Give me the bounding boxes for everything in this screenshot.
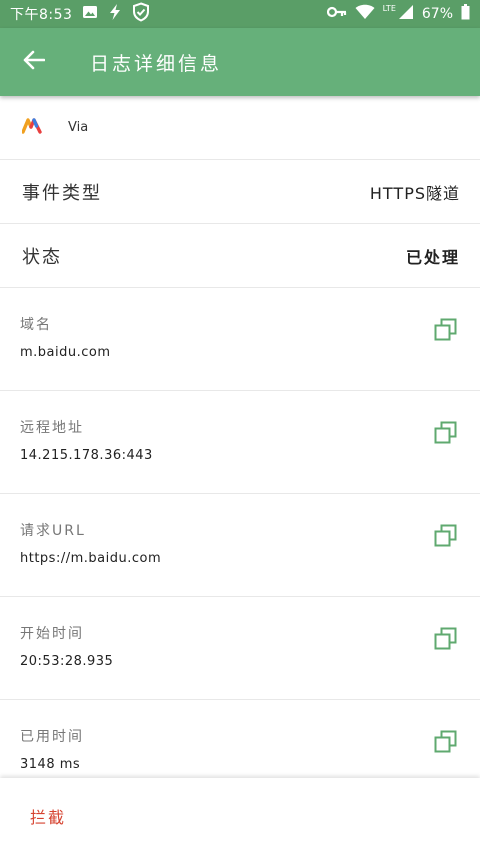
elapsed-time-value: 3148 ms — [20, 757, 81, 772]
elapsed-time-label: 已用时间 — [20, 729, 84, 745]
request-url-label: 请求URL — [20, 523, 86, 539]
status-value: 已处理 — [405, 247, 460, 267]
start-time-label: 开始时间 — [20, 626, 84, 642]
shield-icon — [132, 2, 150, 26]
copy-request-url-button[interactable] — [434, 524, 458, 548]
copy-elapsed-time-button[interactable] — [434, 730, 458, 754]
app-name: Via — [68, 120, 89, 135]
domain-label: 域名 — [20, 317, 52, 333]
copy-icon — [434, 524, 458, 552]
status-time: 下午8:53 — [10, 7, 73, 23]
copy-icon — [434, 627, 458, 655]
image-icon — [82, 4, 98, 24]
elapsed-time-row: 已用时间 3148 ms — [0, 700, 480, 778]
remote-address-value: 14.215.178.36:443 — [20, 448, 153, 463]
app-bar: 日志详细信息 — [0, 28, 480, 96]
remote-address-row: 远程地址 14.215.178.36:443 — [0, 391, 480, 494]
copy-icon — [434, 421, 458, 449]
lte-label: LTE — [382, 3, 396, 13]
flash-icon — [108, 3, 122, 25]
copy-start-time-button[interactable] — [434, 627, 458, 651]
start-time-value: 20:53:28.935 — [20, 654, 114, 669]
battery-icon — [461, 4, 470, 24]
copy-icon — [434, 318, 458, 346]
status-right: LTE 67% — [326, 3, 470, 24]
wifi-icon — [355, 4, 375, 24]
event-type-value: HTTPS隧道 — [369, 183, 460, 203]
copy-remote-address-button[interactable] — [434, 421, 458, 445]
back-button[interactable] — [0, 28, 68, 96]
intercept-button[interactable]: 拦截 — [30, 804, 66, 828]
page-title: 日志详细信息 — [90, 52, 223, 75]
via-app-icon — [21, 117, 42, 139]
battery-level: 67% — [421, 6, 453, 22]
start-time-row: 开始时间 20:53:28.935 — [0, 597, 480, 700]
signal-icon — [398, 4, 414, 24]
bottom-bar: 拦截 — [0, 778, 480, 853]
request-url-row: 请求URL https://m.baidu.com — [0, 494, 480, 597]
copy-icon — [434, 730, 458, 758]
status-label: 状态 — [22, 246, 62, 268]
domain-value: m.baidu.com — [20, 345, 111, 360]
status-row: 状态 已处理 — [0, 224, 480, 288]
key-icon — [326, 6, 347, 22]
copy-domain-button[interactable] — [434, 318, 458, 342]
screen: 下午8:53 LTE 67% 日志详细信息 Via 事件类型 HTTPS隧道 状… — [0, 0, 480, 853]
arrow-left-icon — [23, 50, 46, 74]
request-url-value: https://m.baidu.com — [20, 551, 162, 566]
status-bar: 下午8:53 LTE 67% — [0, 0, 480, 28]
event-type-label: 事件类型 — [22, 182, 102, 204]
event-type-row: 事件类型 HTTPS隧道 — [0, 160, 480, 224]
remote-address-label: 远程地址 — [20, 420, 84, 436]
app-info-row: Via — [0, 96, 480, 160]
log-detail-list[interactable]: Via 事件类型 HTTPS隧道 状态 已处理 域名 m.baidu.com 远… — [0, 96, 480, 778]
status-left: 下午8:53 — [10, 2, 150, 26]
domain-row: 域名 m.baidu.com — [0, 288, 480, 391]
